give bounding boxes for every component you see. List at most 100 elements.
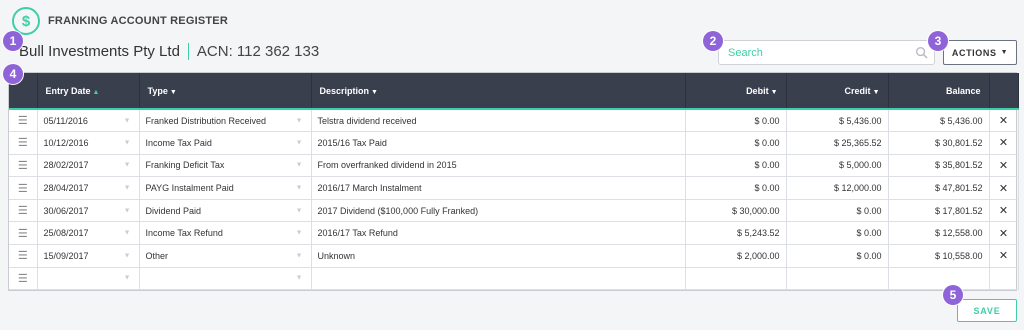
delete-row-icon[interactable]: ✕: [989, 221, 1019, 246]
search-icon: [915, 46, 928, 59]
header-credit[interactable]: Credit ▼: [786, 73, 889, 109]
drag-handle-icon[interactable]: ☰: [9, 131, 38, 155]
actions-label: ACTIONS: [951, 47, 997, 58]
entry-date-cell[interactable]: 10/12/2016 ▼: [37, 131, 140, 155]
dropdown-arrow-icon: ▼: [295, 161, 303, 169]
save-button[interactable]: SAVE: [957, 299, 1017, 322]
entry-date-cell[interactable]: 28/02/2017 ▼: [37, 154, 140, 178]
dropdown-arrow-icon: ▼: [295, 207, 303, 215]
description-cell[interactable]: Telstra dividend received: [311, 109, 686, 133]
entry-date-cell[interactable]: ▼: [37, 267, 140, 291]
credit-cell[interactable]: $ 5,000.00: [786, 154, 889, 178]
type-cell[interactable]: Income Tax Refund ▼: [139, 221, 312, 246]
balance-cell: $ 30,801.52: [888, 131, 990, 155]
type-label: Type: [147, 85, 168, 96]
dropdown-arrow-icon: ▼: [295, 274, 303, 282]
header-entry-date[interactable]: Entry Date ▲: [37, 73, 140, 109]
balance-cell: $ 5,436.00: [888, 109, 990, 133]
delete-row-icon[interactable]: ✕: [989, 109, 1019, 133]
delete-row-icon[interactable]: ✕: [989, 154, 1019, 178]
delete-row-icon[interactable]: ✕: [989, 176, 1019, 200]
table-row: ☰ 25/08/2017 ▼ Income Tax Refund ▼ 2016/17…: [9, 221, 1019, 246]
debit-cell[interactable]: $ 2,000.00: [685, 244, 787, 268]
caret-down-icon: ▼: [770, 88, 778, 96]
credit-cell[interactable]: $ 0.00: [786, 244, 889, 268]
credit-cell[interactable]: $ 0.00: [786, 221, 889, 246]
delete-row-icon[interactable]: ✕: [989, 131, 1019, 155]
description-cell[interactable]: 2015/16 Tax Paid: [311, 131, 686, 155]
dropdown-arrow-icon: ▼: [295, 139, 303, 147]
step-badge-5: 5: [943, 285, 963, 305]
entry-date-cell[interactable]: 15/09/2017 ▼: [37, 244, 140, 268]
description-cell[interactable]: 2017 Dividend ($100,000 Fully Franked): [311, 199, 686, 223]
header-type[interactable]: Type ▼: [139, 73, 312, 109]
franking-register-table: Entry Date ▲ Type ▼ Description ▼ Debit ▼ Cr…: [8, 72, 1019, 292]
header-debit[interactable]: Debit ▼: [685, 73, 787, 109]
type-cell[interactable]: ▼: [139, 267, 312, 291]
type-cell[interactable]: PAYG Instalment Paid ▼: [139, 176, 312, 200]
entry-date-cell[interactable]: 05/11/2016 ▼: [37, 109, 140, 133]
type-cell[interactable]: Income Tax Paid ▼: [139, 131, 312, 155]
description-cell[interactable]: 2016/17 March Instalment: [311, 176, 686, 200]
search-input[interactable]: [719, 41, 909, 64]
search-box[interactable]: [718, 40, 935, 65]
actions-button[interactable]: ACTIONS ▼: [943, 40, 1017, 65]
table-row: ☰ 28/02/2017 ▼ Franking Deficit Tax ▼ From…: [9, 154, 1019, 178]
company-name: Bull Investments Pty Ltd: [19, 43, 180, 60]
debit-cell[interactable]: $ 0.00: [685, 109, 787, 133]
header-description[interactable]: Description ▼: [311, 73, 686, 109]
table-row-new: ☰ ▼ ▼: [9, 267, 1019, 291]
type-cell[interactable]: Franked Distribution Received ▼: [139, 109, 312, 133]
description-label: Description: [319, 85, 370, 96]
table-row: ☰ 15/09/2017 ▼ Other ▼ Unknown $ 2,000.00 …: [9, 244, 1019, 268]
caret-down-icon: ▼: [371, 88, 378, 96]
drag-handle-icon[interactable]: ☰: [9, 154, 38, 178]
balance-cell: [888, 267, 990, 291]
dropdown-arrow-icon: ▼: [123, 117, 131, 125]
entry-date-cell[interactable]: 25/08/2017 ▼: [37, 221, 140, 246]
debit-cell[interactable]: $ 0.00: [685, 176, 787, 200]
credit-cell[interactable]: $ 5,436.00: [786, 109, 889, 133]
description-cell[interactable]: From overfranked dividend in 2015: [311, 154, 686, 178]
drag-handle-icon[interactable]: ☰: [9, 267, 38, 291]
balance-cell: $ 35,801.52: [888, 154, 990, 178]
delete-row-icon[interactable]: ✕: [989, 244, 1019, 268]
credit-cell[interactable]: $ 25,365.52: [786, 131, 889, 155]
description-cell[interactable]: Unknown: [311, 244, 686, 268]
debit-cell[interactable]: $ 30,000.00: [685, 199, 787, 223]
drag-handle-icon[interactable]: ☰: [9, 244, 38, 268]
page-title: FRANKING ACCOUNT REGISTER: [48, 15, 228, 27]
credit-cell[interactable]: $ 12,000.00: [786, 176, 889, 200]
debit-cell[interactable]: [685, 267, 787, 291]
drag-handle-icon[interactable]: ☰: [9, 221, 38, 246]
description-cell[interactable]: [311, 267, 686, 291]
type-cell[interactable]: Franking Deficit Tax ▼: [139, 154, 312, 178]
header-delete: [989, 73, 1019, 109]
debit-cell[interactable]: $ 5,243.52: [685, 221, 787, 246]
dropdown-arrow-icon: ▼: [123, 184, 131, 192]
balance-label: Balance: [945, 85, 981, 96]
credit-cell[interactable]: $ 0.00: [786, 199, 889, 223]
type-cell[interactable]: Other ▼: [139, 244, 312, 268]
balance-cell: $ 10,558.00: [888, 244, 990, 268]
drag-handle-icon[interactable]: ☰: [9, 176, 38, 200]
drag-handle-icon[interactable]: ☰: [9, 199, 38, 223]
entry-date-label: Entry Date: [45, 85, 91, 96]
company-acn: ACN: 112 362 133: [196, 43, 320, 60]
debit-label: Debit: [746, 85, 769, 96]
credit-cell[interactable]: [786, 267, 889, 291]
table-row: ☰ 05/11/2016 ▼ Franked Distribution Recei…: [9, 109, 1019, 133]
dropdown-arrow-icon: ▼: [123, 252, 131, 260]
step-badge-3: 3: [928, 31, 948, 51]
drag-handle-icon[interactable]: ☰: [9, 109, 38, 133]
debit-cell[interactable]: $ 0.00: [685, 131, 787, 155]
dropdown-arrow-icon: ▼: [295, 252, 303, 260]
delete-row-icon[interactable]: ✕: [989, 199, 1019, 223]
entry-date-cell[interactable]: 30/06/2017 ▼: [37, 199, 140, 223]
table-row: ☰ 10/12/2016 ▼ Income Tax Paid ▼ 2015/16 T…: [9, 131, 1019, 155]
entry-date-cell[interactable]: 28/04/2017 ▼: [37, 176, 140, 200]
debit-cell[interactable]: $ 0.00: [685, 154, 787, 178]
description-cell[interactable]: 2016/17 Tax Refund: [311, 221, 686, 246]
balance-cell: $ 47,801.52: [888, 176, 990, 200]
type-cell[interactable]: Dividend Paid ▼: [139, 199, 312, 223]
